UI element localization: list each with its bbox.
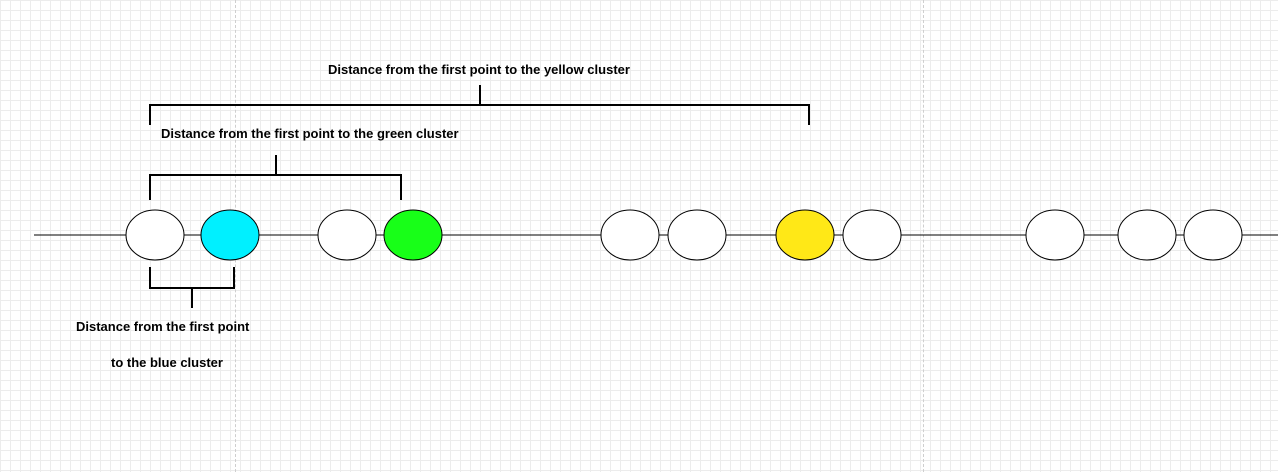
point-11 [1183, 209, 1243, 261]
blue-distance-bracket [149, 267, 235, 308]
green-distance-label: Distance from the first point to the gre… [161, 126, 459, 141]
blue-distance-label-line1: Distance from the first point [76, 319, 250, 334]
point-7-yellow-cluster [775, 209, 835, 261]
diagram-canvas [34, 85, 1278, 308]
yellow-distance-bracket [149, 85, 810, 125]
blue-distance-label-line2: to the blue cluster [111, 355, 223, 370]
green-distance-bracket [149, 155, 402, 200]
point-6 [667, 209, 727, 261]
yellow-distance-label: Distance from the first point to the yel… [328, 62, 630, 77]
point-8 [842, 209, 902, 261]
point-10 [1117, 209, 1177, 261]
point-4-green-cluster [383, 209, 443, 261]
point-3 [317, 209, 377, 261]
point-1 [125, 209, 185, 261]
point-2-blue-cluster [200, 209, 260, 261]
point-9 [1025, 209, 1085, 261]
point-5 [600, 209, 660, 261]
